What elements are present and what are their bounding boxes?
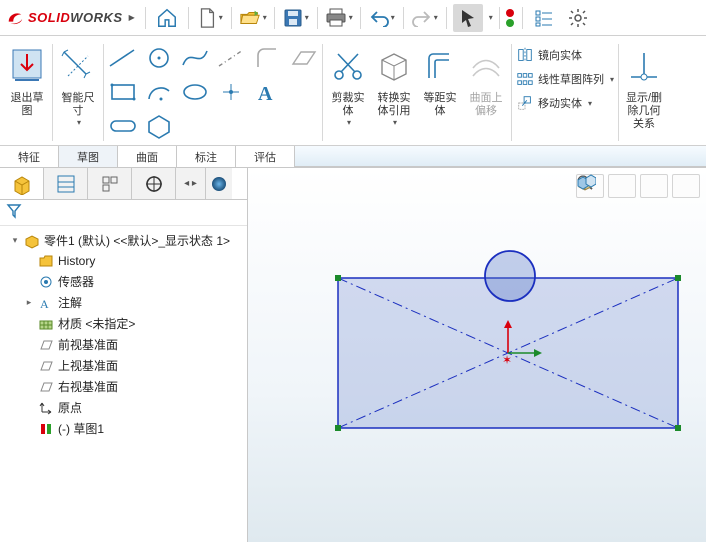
exit-sketch-icon xyxy=(7,42,47,90)
rectangle-tool-button[interactable] xyxy=(106,76,140,108)
redo-button[interactable]: ▾ xyxy=(410,4,440,32)
smart-dimension-icon xyxy=(58,42,98,90)
title-bar: SOLIDWORKS ▶ ▾ ▾ ▾ ▾ ▾ ▾ ▾ xyxy=(0,0,706,36)
tree-history[interactable]: History xyxy=(4,251,243,271)
centerline-tool-button[interactable] xyxy=(214,42,248,74)
quick-access-toolbar: ▾ ▾ ▾ ▾ ▾ ▾ ▾ xyxy=(143,4,593,32)
tree-material[interactable]: 材质 <未指定> xyxy=(4,313,243,334)
linear-pattern-button[interactable]: 线性草图阵列▾ xyxy=(516,70,614,88)
plane-icon xyxy=(38,337,54,353)
fm-tab-property[interactable] xyxy=(44,168,88,199)
origin-icon xyxy=(38,400,54,416)
smart-dimension-button[interactable]: 智能尺 寸 ▾ xyxy=(55,40,101,145)
feature-manager-pane: ◂ ▸ ▾ 零件1 (默认) <<默认>_显示状态 1> History 传感器… xyxy=(0,168,248,542)
print-button[interactable]: ▾ xyxy=(324,4,354,32)
sketch-icon xyxy=(38,421,54,437)
folder-icon xyxy=(38,253,54,269)
text-tool-button[interactable]: A xyxy=(250,76,284,108)
app-logo: SOLIDWORKS ▶ xyxy=(6,9,135,27)
undo-button[interactable]: ▾ xyxy=(367,4,397,32)
fm-tab-dimxpert[interactable] xyxy=(132,168,176,199)
slot-tool-button[interactable] xyxy=(106,110,140,142)
select-button[interactable] xyxy=(453,4,483,32)
plane-icon xyxy=(38,358,54,374)
tab-annotate[interactable]: 标注 xyxy=(177,146,236,167)
point-tool-button[interactable] xyxy=(214,76,248,108)
tree-origin[interactable]: 原点 xyxy=(4,397,243,418)
save-button[interactable]: ▾ xyxy=(281,4,311,32)
offset-entities-button[interactable]: 等距实 体 xyxy=(417,40,463,145)
tree-right-plane[interactable]: 右视基准面 xyxy=(4,376,243,397)
plane-icon xyxy=(38,379,54,395)
circle-tool-button[interactable] xyxy=(142,42,176,74)
tree-top-plane[interactable]: 上视基准面 xyxy=(4,355,243,376)
trim-entities-button[interactable]: 剪裁实 体▾ xyxy=(325,40,371,145)
app-menu-caret-icon[interactable]: ▶ xyxy=(129,13,135,22)
options-list-button[interactable] xyxy=(529,4,559,32)
sketch-canvas: ✶ xyxy=(248,168,706,542)
surface-offset-button[interactable]: 曲面上 偏移 xyxy=(463,40,509,145)
convert-icon xyxy=(374,42,414,90)
scissors-icon xyxy=(328,42,368,90)
material-icon xyxy=(38,316,54,332)
rebuild-status-icon xyxy=(506,6,516,30)
move-entities-button[interactable]: 移动实体▾ xyxy=(516,94,614,112)
fm-tab-tree[interactable] xyxy=(0,168,44,199)
tree-sensors[interactable]: 传感器 xyxy=(4,271,243,292)
command-manager-tabs: 特征 草图 曲面 标注 评估 xyxy=(0,146,706,168)
offset-icon xyxy=(420,42,460,90)
line-tool-button[interactable] xyxy=(106,42,140,74)
tree-annotations[interactable]: ▸A注解 xyxy=(4,292,243,313)
graphics-area[interactable]: + ✶ xyxy=(248,168,706,542)
main-area: ◂ ▸ ▾ 零件1 (默认) <<默认>_显示状态 1> History 传感器… xyxy=(0,168,706,542)
mirror-entities-button[interactable]: 镜向实体 xyxy=(516,46,614,64)
fm-tab-strip: ◂ ▸ xyxy=(0,168,247,200)
svg-text:A: A xyxy=(40,297,49,310)
tab-surfaces[interactable]: 曲面 xyxy=(118,146,177,167)
part-icon xyxy=(24,233,40,249)
new-button[interactable]: ▾ xyxy=(195,4,225,32)
polygon-tool-button[interactable] xyxy=(142,110,176,142)
tab-features[interactable]: 特征 xyxy=(0,146,59,167)
exit-sketch-button[interactable]: 退出草 图 xyxy=(4,40,50,145)
select-caret-icon[interactable]: ▾ xyxy=(489,13,493,22)
sketch-tools-grid: A xyxy=(106,40,320,145)
surface-offset-icon xyxy=(466,42,506,90)
tab-sketch[interactable]: 草图 xyxy=(59,146,118,167)
home-button[interactable] xyxy=(152,4,182,32)
settings-button[interactable] xyxy=(563,4,593,32)
fillet-tool-button[interactable] xyxy=(250,42,284,74)
filter-icon[interactable] xyxy=(6,203,22,222)
ellipse-tool-button[interactable] xyxy=(178,76,212,108)
fm-tab-more[interactable]: ◂ ▸ xyxy=(176,168,206,199)
convert-entities-button[interactable]: 转换实 体引用▾ xyxy=(371,40,417,145)
arc-tool-button[interactable] xyxy=(142,76,176,108)
tree-root[interactable]: ▾ 零件1 (默认) <<默认>_显示状态 1> xyxy=(4,230,243,251)
svg-text:A: A xyxy=(258,83,273,104)
ds-logo-icon xyxy=(6,9,24,27)
tree-front-plane[interactable]: 前视基准面 xyxy=(4,334,243,355)
sensor-icon xyxy=(38,274,54,290)
tree-sketch1[interactable]: (-) 草图1 xyxy=(4,418,243,439)
open-button[interactable]: ▾ xyxy=(238,4,268,32)
spline-tool-button[interactable] xyxy=(178,42,212,74)
tab-evaluate[interactable]: 评估 xyxy=(236,146,295,167)
plane-tool-button[interactable] xyxy=(286,42,320,74)
svg-text:✶: ✶ xyxy=(502,353,512,367)
feature-tree: ▾ 零件1 (默认) <<默认>_显示状态 1> History 传感器 ▸A注… xyxy=(0,226,247,542)
filter-bar xyxy=(0,200,247,226)
perpendicular-icon xyxy=(624,42,664,90)
fm-tab-config[interactable] xyxy=(88,168,132,199)
fm-tab-appearance[interactable] xyxy=(206,168,232,199)
display-relations-button[interactable]: 显示/删 除几何 关系 xyxy=(621,40,667,145)
ribbon: 退出草 图 智能尺 寸 ▾ A 剪裁实 体▾ 转换实 体引用▾ xyxy=(0,36,706,146)
app-name: SOLIDWORKS xyxy=(28,10,123,25)
annotation-icon: A xyxy=(38,295,54,311)
